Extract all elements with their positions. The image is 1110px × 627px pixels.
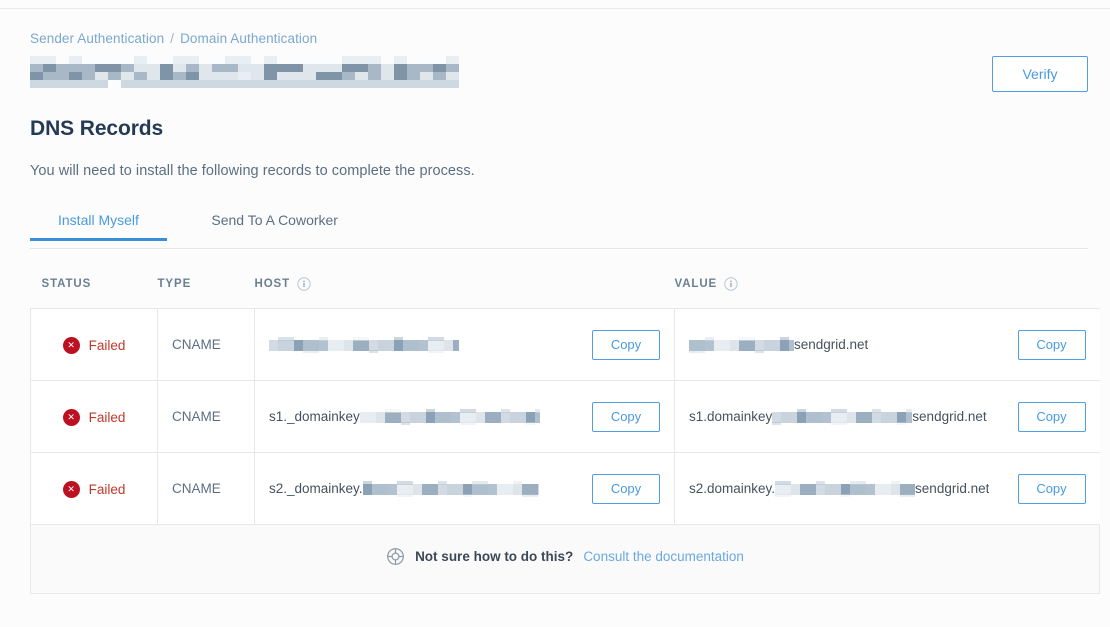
table-foot: Not sure how to do this? Consult the doc… [30, 524, 1100, 594]
footer-cell: Not sure how to do this? Consult the doc… [30, 524, 1100, 594]
record-value-suffix: sendgrid.net [912, 409, 987, 424]
dns-records-table: STATUS TYPE HOST VALUE ✕ Failed CNAME Co… [30, 249, 1100, 594]
host-info-icon[interactable] [297, 277, 311, 291]
value-info-icon[interactable] [724, 277, 738, 291]
cell-host: Copy [254, 308, 675, 381]
consult-documentation-link[interactable]: Consult the documentation [583, 549, 744, 564]
column-header-status: STATUS [31, 249, 158, 309]
record-value-suffix: sendgrid.net [915, 481, 990, 496]
table-footer-row: Not sure how to do this? Consult the doc… [30, 524, 1100, 594]
table-header-row: STATUS TYPE HOST VALUE [31, 249, 1100, 309]
column-header-value-label: VALUE [674, 278, 718, 290]
status-badge: Failed [88, 482, 126, 497]
record-type: CNAME [172, 337, 221, 352]
cell-value: sendgrid.net Copy [674, 308, 1100, 381]
breadcrumb: Sender Authentication / Domain Authenticat… [30, 30, 1088, 48]
redacted-text [359, 408, 540, 425]
redacted-text [362, 480, 539, 497]
table-body: ✕ Failed CNAME Copy sendgrid.net Copy ✕ Failed C… [30, 308, 1100, 525]
page-root: Verify Sender Authentication / Domain Auth… [0, 0, 1110, 627]
table-row: ✕ Failed CNAME s2._domainkey. Copy s2.domaink… [30, 452, 1100, 525]
tab-install-myself[interactable]: Install Myself [30, 212, 167, 241]
cell-host: s2._domainkey. Copy [254, 452, 675, 525]
record-value: sendgrid.net [689, 336, 869, 353]
record-type: CNAME [172, 409, 221, 424]
copy-host-button[interactable]: Copy [592, 401, 660, 432]
lifebuoy-icon [386, 547, 405, 566]
cell-type: CNAME [157, 380, 255, 453]
column-header-status-label: STATUS [41, 278, 92, 290]
cell-type: CNAME [157, 452, 255, 525]
status-badge: Failed [88, 410, 126, 425]
host-value [269, 336, 459, 353]
copy-value-button[interactable]: Copy [1017, 401, 1086, 432]
main-content: Sender Authentication / Domain Authenticat… [30, 9, 1100, 594]
error-circle-icon: ✕ [62, 409, 80, 426]
host-value: s2._domainkey. [269, 480, 539, 497]
column-header-host-label: HOST [254, 278, 291, 290]
page-subtitle: You will need to install the following r… [30, 163, 475, 179]
redacted-text [775, 480, 916, 497]
cell-host: s1._domainkey Copy [254, 380, 675, 453]
domain-title-redacted [30, 56, 460, 88]
host-value-prefix: s1._domainkey [269, 409, 360, 424]
host-value-prefix: s2._domainkey. [269, 481, 363, 496]
record-value-prefix: s2.domainkey. [689, 481, 776, 496]
host-value: s1._domainkey [269, 408, 540, 425]
breadcrumb-item-domain-authentication[interactable]: Domain Authentication [180, 31, 317, 46]
copy-host-button[interactable]: Copy [592, 329, 660, 360]
cell-status: ✕ Failed [30, 452, 158, 525]
cell-value: s1.domainkey sendgrid.net Copy [674, 380, 1100, 453]
tab-bar: Install Myself Send To A Coworker [30, 212, 1088, 249]
record-value-suffix: sendgrid.net [794, 337, 869, 352]
record-value: s2.domainkey. sendgrid.net [689, 480, 990, 497]
copy-host-button[interactable]: Copy [592, 473, 660, 504]
cell-status: ✕ Failed [30, 380, 158, 453]
redacted-text [689, 336, 794, 353]
column-header-type-label: TYPE [157, 278, 192, 290]
redacted-text [772, 408, 913, 425]
cell-status: ✕ Failed [30, 308, 158, 381]
error-circle-icon: ✕ [62, 337, 80, 354]
copy-value-button[interactable]: Copy [1017, 329, 1086, 360]
column-header-host: HOST [255, 249, 675, 309]
record-value-prefix: s1.domainkey [689, 409, 773, 424]
column-header-value: VALUE [675, 249, 1100, 309]
column-header-type: TYPE [158, 249, 255, 309]
cell-value: s2.domainkey. sendgrid.net Copy [674, 452, 1100, 525]
footer-question: Not sure how to do this? [415, 549, 574, 564]
tab-send-to-a-coworker[interactable]: Send To A Coworker [211, 212, 338, 240]
record-value: s1.domainkey sendgrid.net [689, 408, 987, 425]
redaction-mosaic [30, 56, 459, 88]
table-row: ✕ Failed CNAME s1._domainkey Copy s1.domainke… [30, 380, 1100, 453]
cell-type: CNAME [157, 308, 255, 381]
page-title: DNS Records [30, 117, 164, 140]
status-badge: Failed [88, 338, 126, 353]
table-head: STATUS TYPE HOST VALUE [31, 249, 1100, 309]
breadcrumb-item-sender-authentication[interactable]: Sender Authentication [30, 31, 164, 46]
redacted-text [269, 336, 459, 353]
record-type: CNAME [172, 481, 221, 496]
error-circle-icon: ✕ [62, 481, 80, 498]
table-row: ✕ Failed CNAME Copy sendgrid.net Copy [30, 308, 1100, 381]
copy-value-button[interactable]: Copy [1017, 473, 1086, 504]
breadcrumb-separator: / [170, 31, 175, 46]
